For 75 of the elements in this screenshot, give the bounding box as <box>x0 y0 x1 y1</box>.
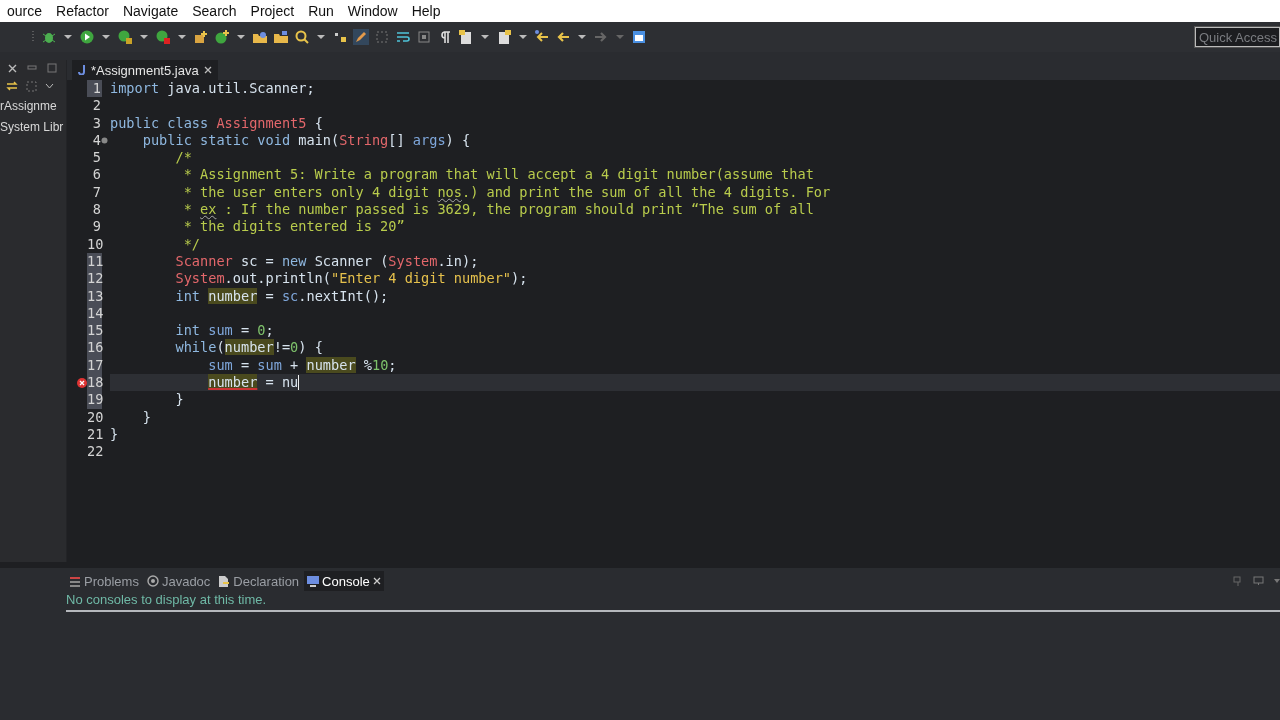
quick-access-field[interactable]: Quick Access <box>1195 27 1280 47</box>
code-line: int number = sc.nextInt(); <box>174 287 390 305</box>
code-line: int sum = 0; <box>174 322 275 340</box>
line-number: 10 <box>87 235 102 253</box>
code-line: } <box>110 425 120 444</box>
text-cursor <box>298 375 300 391</box>
code-line: sum = sum + number %10; <box>207 356 398 375</box>
search-icon[interactable] <box>294 29 310 45</box>
fold-icon[interactable] <box>101 136 108 144</box>
tree-item[interactable]: rAssignme <box>0 96 57 117</box>
code-line: * the digits entered is 20” <box>182 218 406 236</box>
line-number: 15 <box>87 322 102 340</box>
panel-tab[interactable]: Console <box>304 571 384 591</box>
menu-item[interactable]: Refactor <box>49 3 116 19</box>
code-line: public class Assignment5 { <box>110 114 324 132</box>
new-class-icon[interactable] <box>214 29 230 45</box>
panel-tab[interactable]: Javadoc <box>143 571 214 591</box>
code-line: Scanner sc = new Scanner (System.in); <box>174 252 480 271</box>
line-number: 1 <box>87 80 102 98</box>
panel-tab[interactable]: Declaration <box>215 571 303 591</box>
line-number: 21 <box>87 425 102 444</box>
line-number: 18 <box>87 374 102 392</box>
problems-icon <box>69 575 81 587</box>
panel-tab[interactable]: Problems <box>66 571 142 591</box>
code-line: * Assignment 5: Write a program that will accept a 4 digit number(assume that <box>182 166 815 184</box>
line-number: 3 <box>91 114 102 132</box>
code-line: public static void main(String[] args) { <box>141 131 472 150</box>
minimize-icon[interactable] <box>27 65 37 71</box>
code-line: System.out.println("Enter 4 digit number"); <box>174 270 529 288</box>
code-line: */ <box>182 235 202 253</box>
code-line: * the user enters only 4 digit nos.) and print the sum of all the 4 digits. For <box>182 183 832 202</box>
line-number: 5 <box>91 149 102 167</box>
editor-tab[interactable]: *Assignment5.java <box>72 60 218 80</box>
line-number: 22 <box>87 443 102 461</box>
open-folder-icon[interactable] <box>273 29 289 45</box>
java-file-icon <box>78 65 86 75</box>
line-number: 19 <box>87 391 102 409</box>
menu-item[interactable]: Navigate <box>115 3 186 19</box>
line-number: 9 <box>91 218 102 236</box>
line-number: 4 <box>91 131 102 150</box>
line-number: 12 <box>87 270 102 288</box>
close-icon[interactable] <box>203 66 212 74</box>
maximize-icon[interactable] <box>47 63 57 73</box>
line-number: 6 <box>91 166 102 184</box>
run-icon[interactable] <box>79 29 95 45</box>
console-message: No consoles to display at this time. <box>66 592 268 609</box>
monitor-icon[interactable] <box>1253 576 1264 586</box>
line-number: 11 <box>87 252 102 271</box>
code-line: } <box>141 408 152 426</box>
menu-item[interactable]: Project <box>243 3 302 19</box>
line-number: 8 <box>91 201 102 219</box>
pencil-icon[interactable] <box>353 29 369 45</box>
document-icon <box>218 575 231 587</box>
monitor-icon <box>307 575 320 587</box>
chevron-down-icon[interactable] <box>45 83 54 89</box>
word-wrap-icon[interactable] <box>395 29 411 45</box>
code-line: while(number!=0) { <box>174 339 324 357</box>
line-number: 16 <box>87 339 102 357</box>
menu-item[interactable]: Run <box>301 3 341 19</box>
line-number: 7 <box>91 183 102 202</box>
line-number: 20 <box>87 408 102 426</box>
code-line: * ex : If the number passed is 3629, the program should print “The sum of all <box>182 201 815 219</box>
code-line: import java.util.Scanner; <box>110 80 316 98</box>
menu-item[interactable]: Search <box>185 3 244 19</box>
code-line: /* <box>174 149 193 167</box>
code-line: } <box>174 391 185 409</box>
menu-item[interactable]: Window <box>340 3 405 19</box>
dropdown-caret-icon[interactable] <box>1274 578 1280 584</box>
line-number: 2 <box>91 97 102 115</box>
at-sign-icon <box>146 575 159 587</box>
menu-item[interactable]: Help <box>404 3 448 19</box>
tree-item[interactable]: System Libr <box>0 117 64 138</box>
close-icon[interactable] <box>372 577 381 585</box>
menu-item[interactable]: ource <box>0 3 50 19</box>
close-icon[interactable] <box>8 63 17 73</box>
